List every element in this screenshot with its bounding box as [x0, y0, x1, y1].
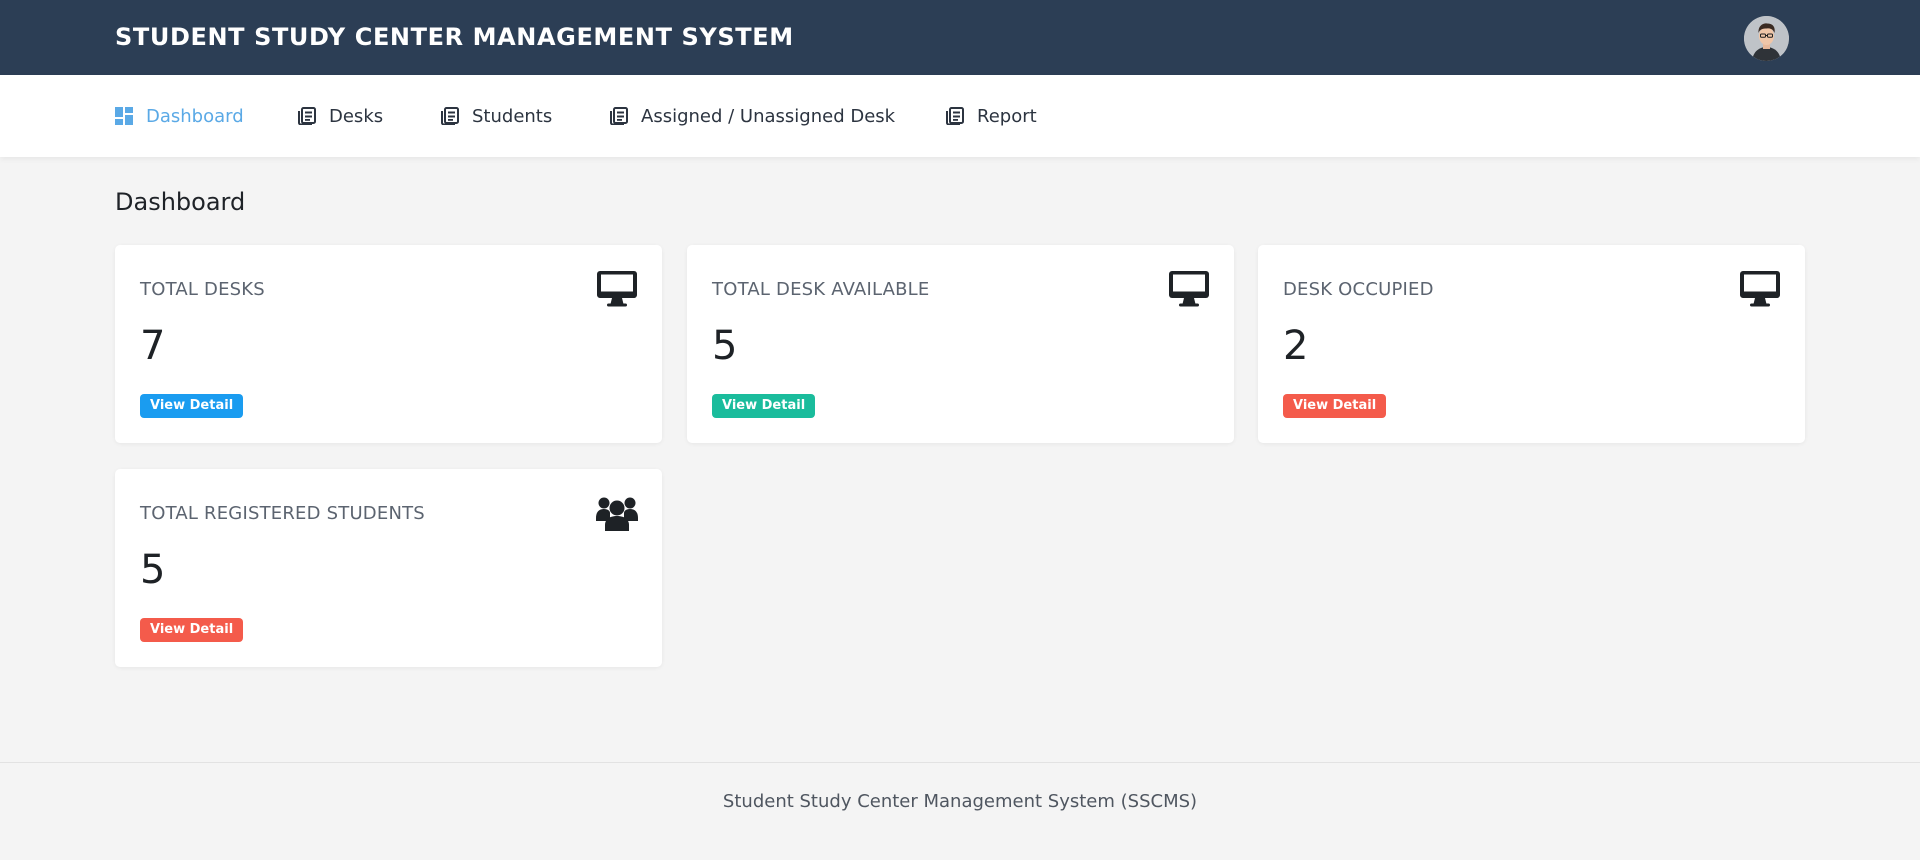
view-detail-button[interactable]: View Detail: [1283, 394, 1387, 418]
stat-card-total-desk-available: TOTAL DESK AVAILABLE 5 View Detail: [687, 245, 1234, 443]
nav-item-report[interactable]: Report: [946, 104, 1037, 128]
nav-item-dashboard[interactable]: Dashboard: [115, 104, 244, 128]
nav-item-label: Assigned / Unassigned Desk: [641, 105, 896, 127]
card-value: 5: [140, 547, 166, 593]
footer-text: Student Study Center Management System (…: [722, 791, 1198, 812]
stat-card-total-registered-students: TOTAL REGISTERED STUDENTS 5 View Detail: [115, 469, 662, 667]
newspaper-icon: [946, 107, 964, 125]
newspaper-icon: [298, 107, 316, 125]
user-avatar[interactable]: [1744, 16, 1789, 61]
stat-card-desk-occupied: DESK OCCUPIED 2 View Detail: [1258, 245, 1805, 443]
card-label: DESK OCCUPIED: [1283, 279, 1434, 300]
view-detail-button[interactable]: View Detail: [140, 618, 244, 642]
main-nav: Dashboard Desks Students Assigned / Unas…: [0, 75, 1920, 157]
nav-item-label: Report: [977, 105, 1037, 127]
nav-item-label: Students: [472, 105, 553, 127]
view-detail-button[interactable]: View Detail: [140, 394, 244, 418]
nav-item-label: Dashboard: [146, 105, 244, 127]
nav-item-desks[interactable]: Desks: [298, 104, 383, 128]
page-title: Dashboard: [115, 188, 246, 216]
stat-card-total-desks: TOTAL DESKS 7 View Detail: [115, 245, 662, 443]
app-title: STUDENT STUDY CENTER MANAGEMENT SYSTEM: [115, 23, 794, 51]
desktop-icon: [1169, 271, 1209, 307]
nav-item-assigned-unassigned-desk[interactable]: Assigned / Unassigned Desk: [610, 104, 895, 128]
newspaper-icon: [610, 107, 628, 125]
card-value: 7: [140, 323, 166, 369]
newspaper-icon: [441, 107, 459, 125]
card-label: TOTAL DESKS: [140, 279, 265, 300]
nav-item-label: Desks: [329, 105, 384, 127]
nav-item-students[interactable]: Students: [441, 104, 552, 128]
view-detail-button[interactable]: View Detail: [712, 394, 816, 418]
desktop-icon: [1740, 271, 1780, 307]
dashboard-icon: [115, 107, 133, 125]
card-label: TOTAL REGISTERED STUDENTS: [140, 503, 425, 524]
top-header: STUDENT STUDY CENTER MANAGEMENT SYSTEM: [0, 0, 1920, 75]
footer: Student Study Center Management System (…: [0, 762, 1920, 860]
user-avatar-icon: [1744, 16, 1789, 61]
card-label: TOTAL DESK AVAILABLE: [712, 279, 930, 300]
desktop-icon: [597, 271, 637, 307]
card-value: 5: [712, 323, 738, 369]
users-icon: [596, 497, 638, 531]
card-value: 2: [1283, 323, 1309, 369]
